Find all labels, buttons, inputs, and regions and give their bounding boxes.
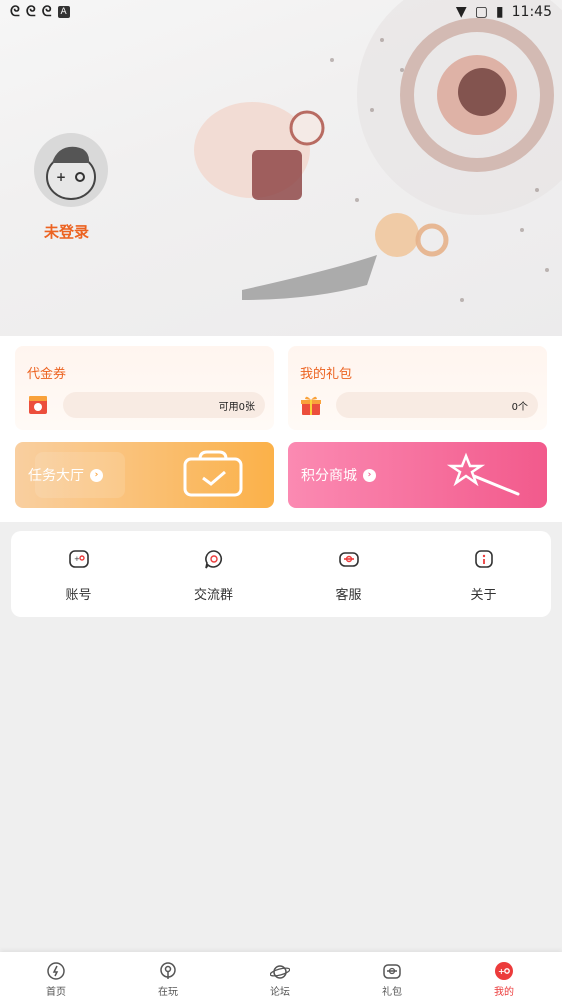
svg-text:+: + — [56, 170, 66, 184]
menu-label-customer-service: 客服 — [335, 588, 362, 603]
menu-item-customer-service[interactable]: 客服 — [281, 531, 416, 617]
status-time: 11:45 — [511, 4, 552, 20]
notification-icon: ᘓ — [41, 4, 52, 20]
customer-service-icon — [339, 552, 359, 567]
points-mall-label: 积分商城 — [301, 468, 357, 484]
nav-item-playing[interactable]: 在玩 — [112, 952, 224, 1000]
points-mall-banner[interactable]: 积分商城 › — [288, 442, 547, 508]
menu-item-chat-group[interactable]: 交流群 — [146, 531, 281, 617]
chevron-right-icon: › — [363, 468, 376, 482]
me-icon: + — [495, 962, 513, 980]
gift-count: 0个 — [511, 402, 528, 413]
menu-item-about[interactable]: 关于 — [416, 531, 551, 617]
svg-text:+: + — [498, 967, 505, 976]
menu-label-account: 账号 — [65, 588, 92, 603]
account-icon: + — [69, 550, 89, 568]
voucher-title: 代金券 — [27, 367, 67, 382]
avatar-cat-icon: + — [46, 146, 96, 200]
nav-label-home: 首页 — [46, 987, 66, 998]
no-sim-icon: ▢ — [474, 4, 488, 20]
task-hall-label: 任务大厅 — [28, 468, 84, 484]
gift-title: 我的礼包 — [300, 367, 353, 382]
menu-item-account[interactable]: + 账号 — [11, 531, 146, 617]
wifi-icon: ▼ — [455, 4, 467, 20]
gift-bar: 0个 — [336, 392, 538, 418]
nav-item-gift[interactable]: 礼包 — [336, 952, 448, 1000]
nav-item-forum[interactable]: 论坛 — [224, 952, 336, 1000]
nav-label-gift: 礼包 — [382, 987, 402, 998]
service-menu: + 账号 交流群 客服 关于 — [11, 531, 551, 617]
voucher-icon — [29, 396, 47, 414]
keyboard-icon: A — [57, 6, 70, 18]
task-hall-banner[interactable]: 任务大厅 › — [15, 442, 274, 508]
menu-label-chat-group: 交流群 — [193, 588, 233, 603]
forum-icon — [270, 965, 290, 979]
nav-label-me: 我的 — [494, 987, 514, 998]
svg-text:+: + — [74, 555, 80, 563]
bottom-navigation: 首页 在玩 论坛 礼包 + 我的 — [0, 952, 562, 1000]
voucher-card[interactable]: 代金券 可用0张 — [15, 346, 274, 430]
notification-icon: ᘓ — [25, 4, 36, 20]
nav-item-me[interactable]: + 我的 — [448, 952, 560, 1000]
chevron-right-icon: › — [90, 468, 103, 482]
voucher-count: 可用0张 — [218, 402, 255, 413]
gift-box-icon — [301, 396, 321, 415]
home-icon — [47, 962, 65, 980]
notification-icon: ᘓ — [10, 4, 20, 20]
header-illustration — [194, 0, 562, 302]
login-status[interactable]: 未登录 — [44, 221, 89, 242]
menu-label-about: 关于 — [470, 588, 497, 603]
about-icon — [475, 550, 493, 568]
nav-label-playing: 在玩 — [158, 987, 178, 998]
status-bar: ᘓ ᘓ ᘓ A ▼ ▢ ▮ 11:45 — [0, 0, 562, 24]
nav-item-home[interactable]: 首页 — [0, 952, 112, 1000]
avatar[interactable]: + — [34, 133, 108, 207]
chat-group-icon — [205, 550, 223, 569]
gift-card[interactable]: 我的礼包 0个 — [288, 346, 547, 430]
nav-label-forum: 论坛 — [270, 987, 290, 998]
playing-icon — [160, 962, 176, 979]
gift-icon — [383, 964, 401, 979]
battery-icon: ▮ — [495, 4, 504, 20]
voucher-bar: 可用0张 — [63, 392, 265, 418]
